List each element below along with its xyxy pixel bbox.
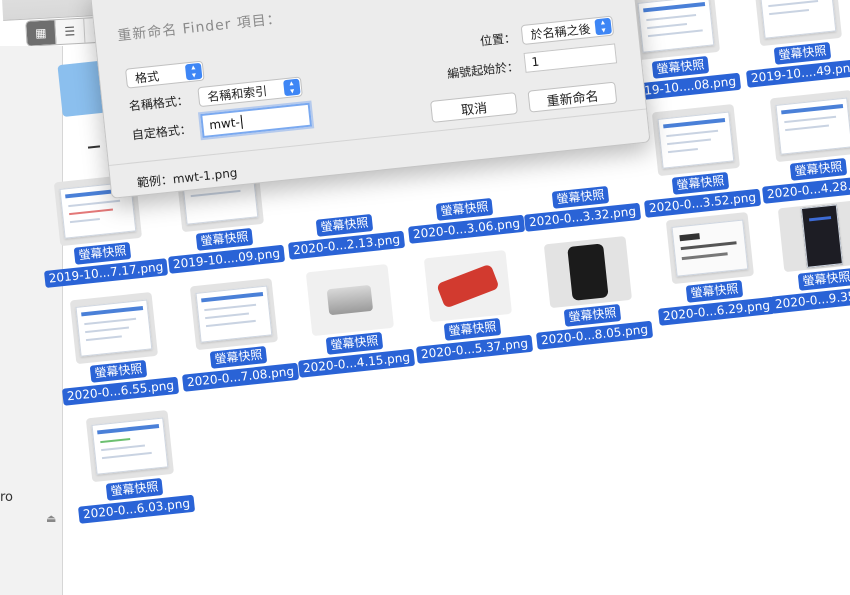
file-name: 2019-10....49.png	[746, 58, 850, 88]
file-label: 螢幕快照	[105, 477, 164, 501]
custom-format-field[interactable]: mwt-	[200, 102, 313, 139]
file-name: 2020-0...5.37.png	[416, 334, 533, 364]
file-label: 螢幕快照	[89, 359, 148, 383]
file-item[interactable]: 螢幕快照 2020-0...4.15.png	[287, 262, 417, 378]
start-number-value: 1	[530, 54, 540, 70]
file-name: 2020-0...6.29.png	[658, 296, 775, 326]
sidebar-item-label[interactable]: ro	[0, 490, 13, 505]
format-popup-label: 格式	[134, 68, 160, 86]
file-label: 螢幕快照	[435, 197, 494, 221]
example-text: 範例：mwt-1.png	[136, 165, 239, 191]
file-thumbnail	[651, 103, 741, 177]
file-name: 2020-0...7.08.png	[182, 362, 299, 392]
start-number-field[interactable]: 1	[523, 43, 618, 73]
file-item[interactable]: 螢幕快照 2019-10....49.png	[735, 0, 850, 88]
folder-name-dash	[87, 145, 101, 149]
file-name: 2019-10...7.17.png	[43, 258, 169, 288]
file-label: 螢幕快照	[551, 185, 610, 209]
chevron-updown-icon: ▴ ▾	[594, 17, 613, 36]
file-name: 2020-0...2.13.png	[288, 230, 405, 260]
file-label: 螢幕快照	[325, 331, 384, 355]
cancel-button[interactable]: 取消	[430, 92, 518, 123]
file-item[interactable]: 螢幕快照 2020-0...8.05.png	[525, 234, 655, 350]
chevron-updown-icon: ▴ ▾	[283, 78, 301, 97]
file-label: 螢幕快照	[773, 41, 832, 65]
file-label: 螢幕快照	[797, 267, 850, 291]
file-name: 2020-0...6.03.png	[78, 494, 195, 524]
file-label: 螢幕快照	[685, 279, 744, 303]
custom-format-label: 自定格式：	[131, 122, 193, 143]
file-name: 2020-0...9.35.png	[770, 284, 850, 314]
position-label: 位置：	[479, 30, 517, 49]
file-thumbnail	[423, 249, 513, 323]
start-number-label: 編號起始於：	[446, 59, 520, 82]
file-label: 螢幕快照	[651, 55, 710, 79]
chevron-updown-icon: ▴ ▾	[184, 62, 203, 81]
file-item[interactable]: 螢幕快照 2020-0...6.55.png	[51, 290, 181, 406]
position-popup[interactable]: 於名稱之後 ▴ ▾	[520, 15, 615, 46]
list-view-icon[interactable]: ☰	[55, 18, 86, 45]
file-item[interactable]: 螢幕快照 2020-0...7.08.png	[171, 276, 301, 392]
position-value: 於名稱之後	[529, 21, 592, 42]
file-name: 2020-0...4.15.png	[298, 348, 415, 378]
file-name: 2020-0...6.55.png	[62, 376, 179, 406]
file-label: 螢幕快照	[789, 157, 848, 181]
file-thumbnail	[753, 0, 843, 47]
file-name: 2020-0...3.32.png	[524, 202, 641, 232]
text-cursor	[240, 114, 243, 129]
file-item[interactable]: 螢幕快照 2020-0...6.29.png	[647, 210, 777, 326]
name-format-value: 名稱和索引	[206, 83, 268, 104]
file-name: 2020-0...3.06.png	[408, 214, 525, 244]
file-thumbnail	[305, 263, 395, 337]
file-name: 2019-10....09.png	[168, 244, 285, 274]
file-name: 2020-0...4.28.png	[762, 174, 850, 204]
file-thumbnail	[69, 291, 159, 365]
file-name: 2020-0...8.05.png	[536, 320, 653, 350]
file-label: 螢幕快照	[443, 317, 502, 341]
finder-window: ▦ ☰ ▥ ▭ ▦ ⌄ ⚙ ⌄ ⇧ ⌂ ro ⏏ 螢幕快照 2019-10...…	[0, 0, 850, 595]
file-thumbnail	[543, 235, 633, 309]
custom-format-value: mwt-	[208, 115, 241, 133]
name-format-popup[interactable]: 名稱和索引 ▴ ▾	[197, 76, 303, 108]
eject-icon[interactable]: ⏏	[46, 512, 56, 525]
file-item[interactable]: 螢幕快照 2020-0...3.52.png	[633, 102, 763, 218]
rename-button[interactable]: 重新命名	[527, 81, 618, 113]
file-thumbnail	[85, 409, 175, 483]
file-item[interactable]: 螢幕快照 2020-0...6.03.png	[67, 408, 197, 524]
file-thumbnail	[769, 89, 850, 163]
file-label: 螢幕快照	[73, 241, 132, 265]
file-label: 螢幕快照	[671, 171, 730, 195]
file-thumbnail	[665, 211, 755, 285]
file-label: 螢幕快照	[195, 227, 254, 251]
name-format-label: 名稱格式：	[128, 93, 190, 114]
icon-view-icon[interactable]: ▦	[26, 20, 57, 46]
file-item[interactable]: 螢幕快照 2020-0...5.37.png	[405, 248, 535, 364]
file-label: 螢幕快照	[209, 345, 268, 369]
file-thumbnail	[777, 199, 850, 273]
file-label: 螢幕快照	[315, 213, 374, 237]
file-item[interactable]: 螢幕快照 2020-0...4.28.png	[751, 88, 850, 204]
file-label: 螢幕快照	[563, 303, 622, 327]
file-thumbnail	[631, 0, 721, 61]
file-thumbnail	[189, 277, 279, 351]
format-popup[interactable]: 格式 ▴ ▾	[125, 60, 205, 89]
file-item[interactable]: 螢幕快照 2020-0...9.35.png	[759, 198, 850, 314]
dialog-title: 重新命名 Finder 項目：	[116, 11, 283, 45]
